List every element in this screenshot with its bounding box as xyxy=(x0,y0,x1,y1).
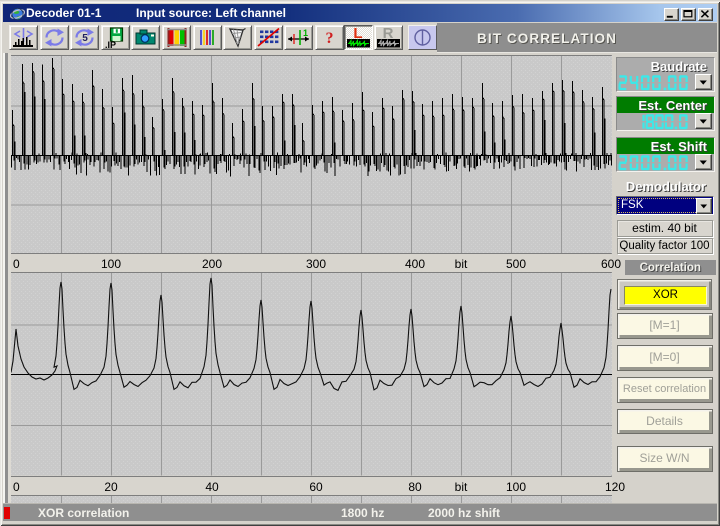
svg-text:1: 1 xyxy=(303,28,308,38)
svg-text:5: 5 xyxy=(82,33,88,44)
svg-text:?: ? xyxy=(326,30,334,47)
svg-text:.IP: .IP xyxy=(105,40,116,49)
